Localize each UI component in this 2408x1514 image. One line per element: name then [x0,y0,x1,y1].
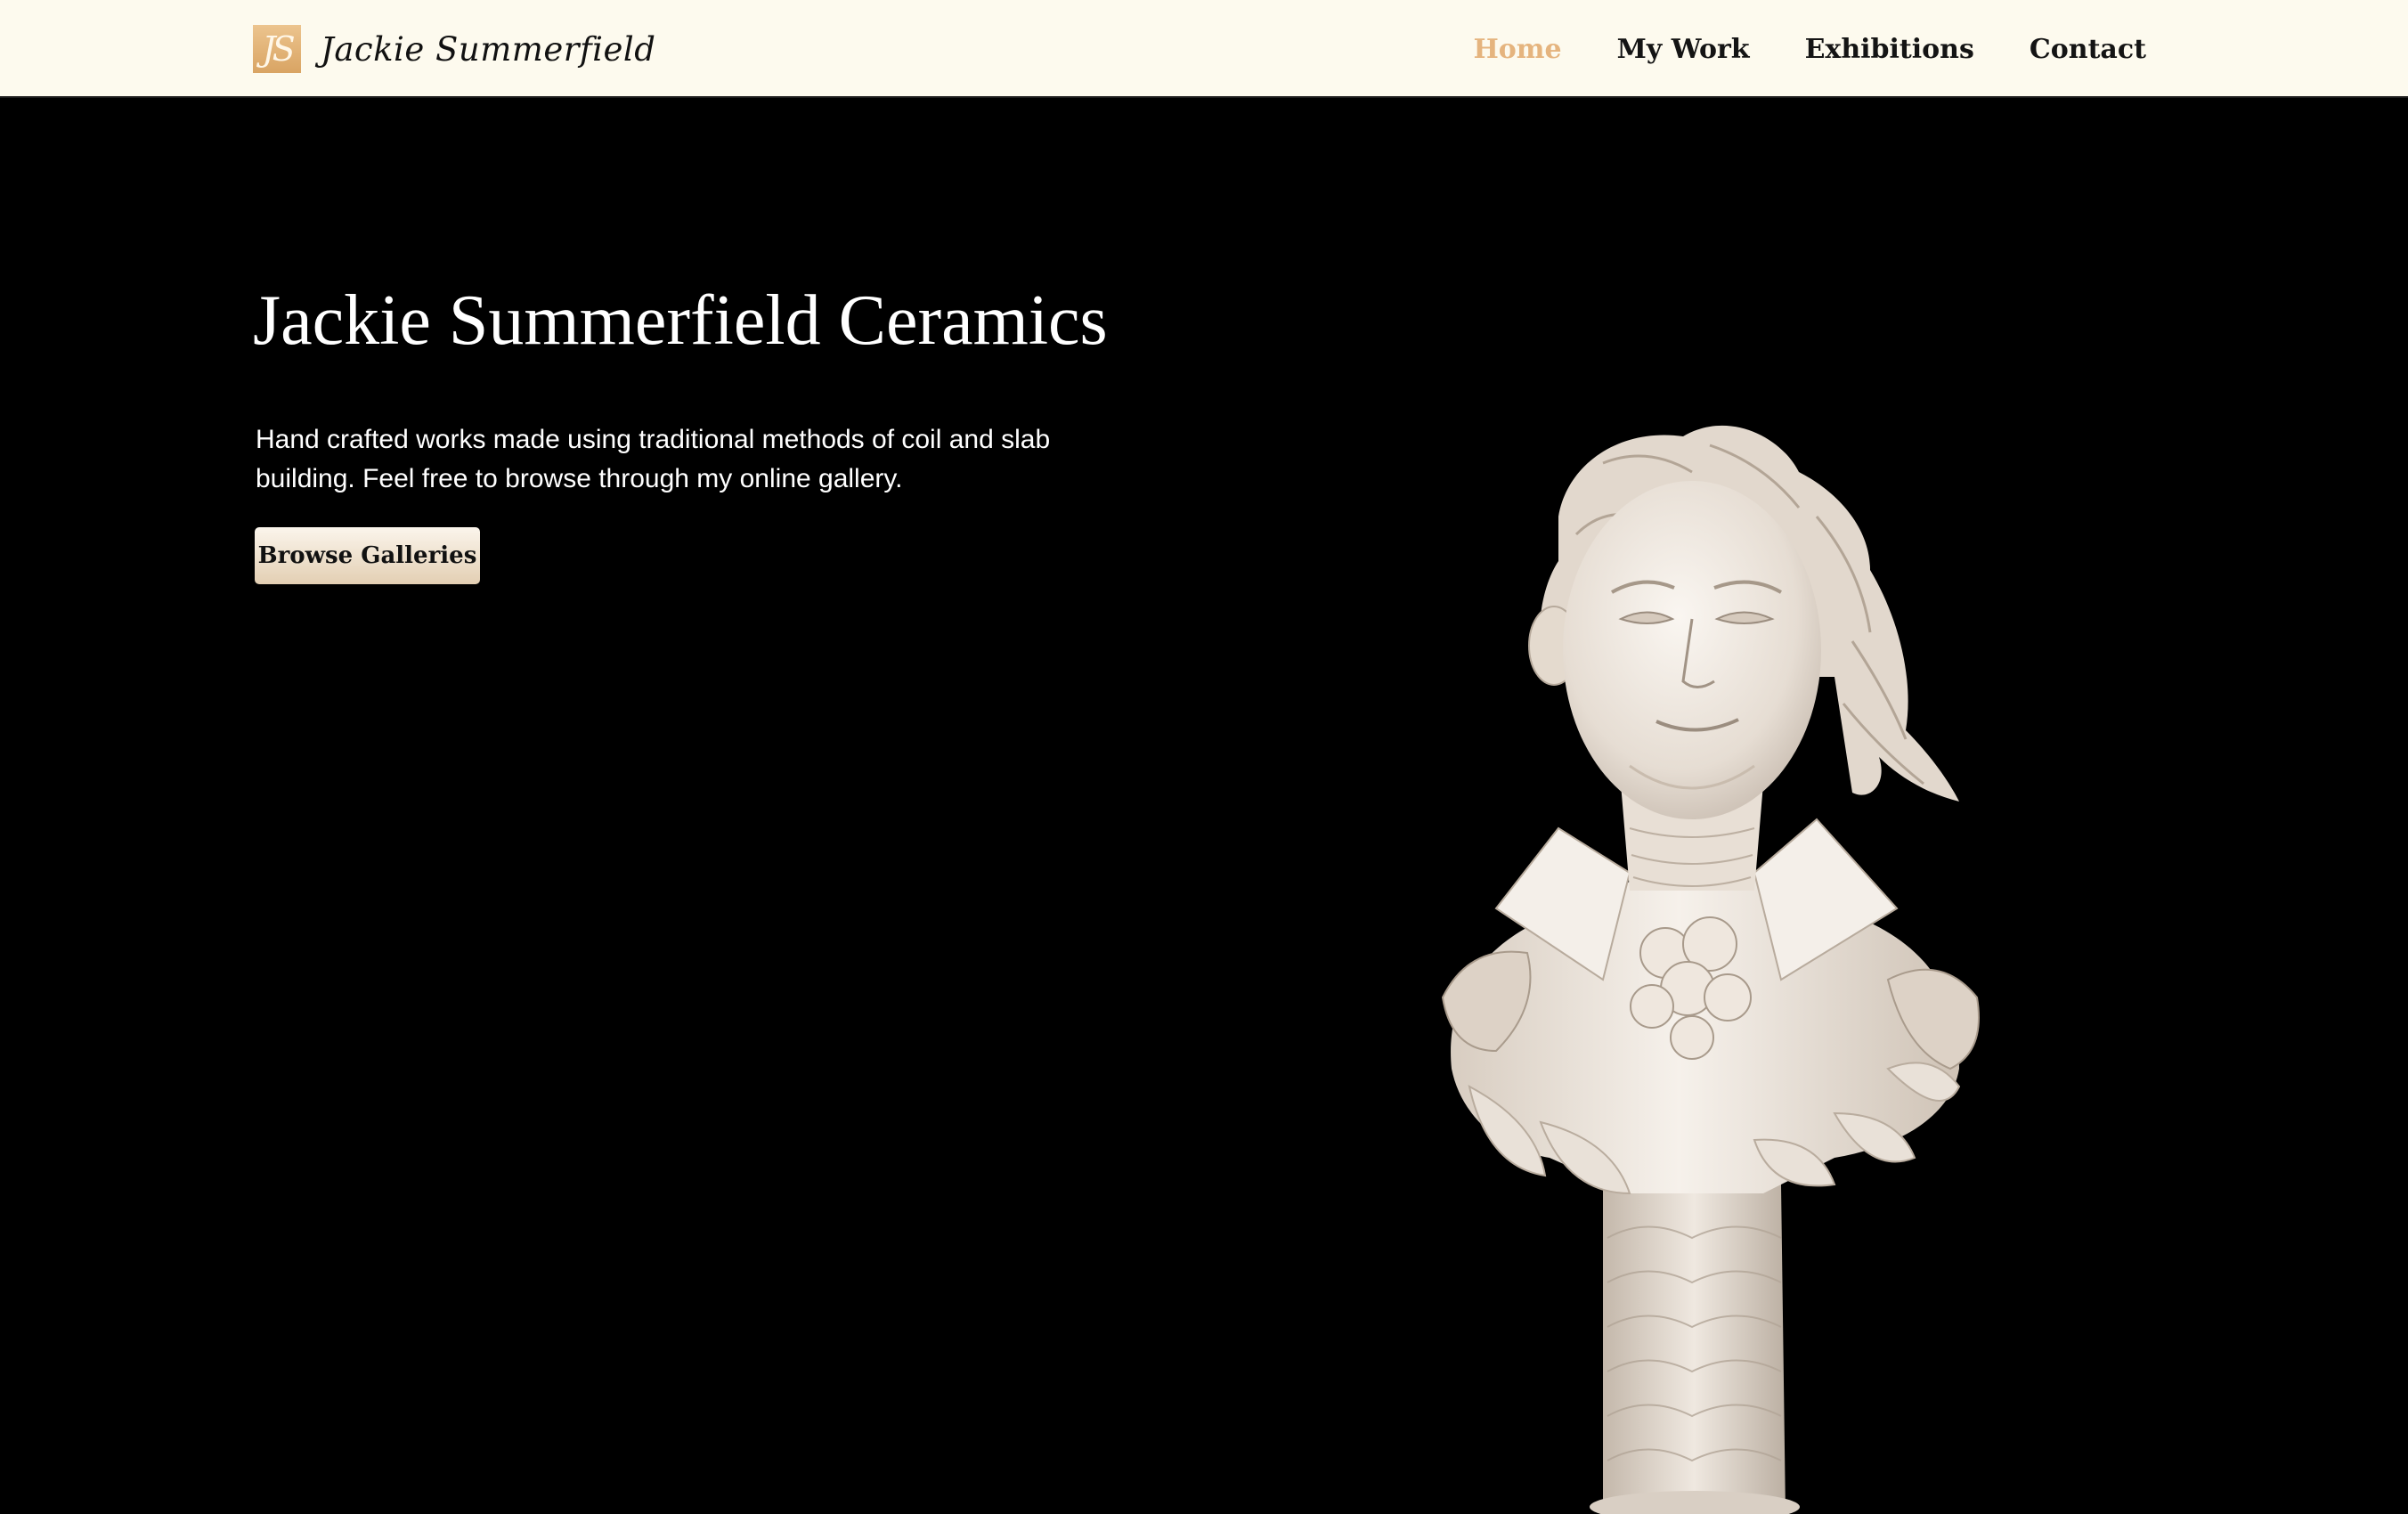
nav-link-exhibitions[interactable]: Exhibitions [1805,34,1974,65]
ceramic-bust-sculpture-image [1441,425,1980,1514]
brand-home-link[interactable]: JS Jackie Summerfield [253,25,655,73]
hero-description: Hand crafted works made using traditiona… [256,425,1051,493]
hero-section: Jackie Summerfield Ceramics Hand crafted… [0,98,2408,1514]
nav-link-contact[interactable]: Contact [2030,34,2146,65]
main-menu: Home My Work Exhibitions Contact [1473,0,2146,98]
brand-name: Jackie Summerfield [321,29,656,69]
nav-link-my-work[interactable]: My Work [1617,34,1750,65]
nav-link-home[interactable]: Home [1473,34,1561,65]
js-logo-icon: JS [253,25,301,73]
hero-title: Jackie Summerfield Ceramics [253,281,1108,360]
browse-galleries-button[interactable]: Browse Galleries [255,527,480,584]
top-navigation-bar: JS Jackie Summerfield Home My Work Exhib… [0,0,2408,98]
